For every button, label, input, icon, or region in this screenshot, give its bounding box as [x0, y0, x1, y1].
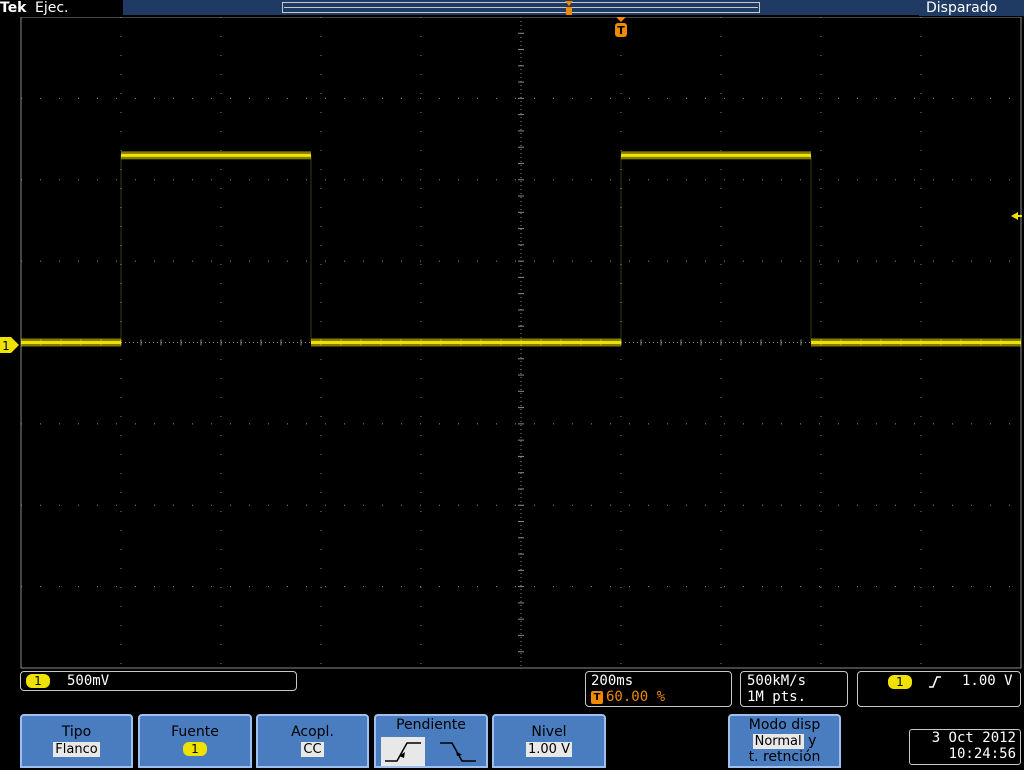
time: 10:24:56 [948, 746, 1016, 762]
trigger-status-label: Disparado [926, 0, 998, 16]
coupling-button[interactable]: Acopl. CC [256, 714, 369, 768]
channel-1-scale: 500mV [67, 673, 110, 689]
trigger-position-value: 60.00 % [606, 689, 666, 705]
waveform-display[interactable]: T 1 [0, 17, 1024, 670]
rising-edge-icon [929, 676, 941, 688]
trigger-source-label: Fuente [171, 724, 219, 740]
slope-button[interactable]: Pendiente [374, 714, 488, 768]
trigger-level-button[interactable]: Nivel 1.00 V [492, 714, 606, 768]
trigger-mode-suffix: y [808, 733, 817, 749]
trigger-type-value: Flanco [53, 742, 100, 757]
trigger-mode-label: Modo disp [748, 717, 821, 733]
record-trigger-marker-icon [565, 1, 573, 15]
run-state-label: Ejec. [35, 0, 69, 16]
timebase-readout[interactable]: 200ms T 60.00 % [585, 671, 732, 707]
trigger-source-value: 1 [183, 742, 207, 756]
coupling-label: Acopl. [291, 724, 334, 740]
slope-rising-option[interactable] [381, 737, 425, 766]
trigger-level-label: Nivel [531, 724, 567, 740]
trigger-level-value: 1.00 V [962, 673, 1013, 689]
acquisition-readout[interactable]: 500kM/s 1M pts. [740, 671, 848, 707]
trigger-mode-button[interactable]: Modo disp Normal y t. retnción [728, 714, 841, 768]
timebase-scale: 200ms [591, 673, 634, 689]
trigger-type-button[interactable]: Tipo Flanco [20, 714, 133, 768]
slope-falling-option[interactable] [436, 737, 480, 766]
slope-label: Pendiente [396, 717, 466, 733]
channel-1-marker-label: 1 [2, 339, 10, 353]
trigger-holdoff-label: t. retnción [748, 749, 821, 765]
date: 3 Oct 2012 [931, 730, 1016, 746]
trigger-position-small-icon: T [591, 691, 603, 704]
sample-rate: 500kM/s [747, 673, 807, 689]
falling-slope-icon [440, 742, 476, 762]
record-length: 1M pts. [747, 689, 807, 705]
trigger-readout[interactable]: 1 1.00 V [857, 671, 1021, 707]
rising-slope-icon [385, 742, 421, 762]
channel-1-readout[interactable]: 1 500mV [20, 671, 297, 691]
trigger-type-label: Tipo [61, 724, 92, 740]
brand-logo: Tek [0, 0, 27, 16]
date-time-box: 3 Oct 2012 10:24:56 [909, 729, 1021, 765]
trigger-mode-value-row: Normal y [730, 733, 839, 749]
coupling-value: CC [301, 742, 324, 757]
trigger-position-letter: T [617, 24, 625, 37]
channel-1-marker-icon[interactable]: 1 [0, 337, 19, 353]
trigger-level-button-value: 1.00 V [526, 742, 572, 757]
trigger-mode-value: Normal [752, 734, 804, 749]
trigger-source-button[interactable]: Fuente 1 [138, 714, 252, 768]
channel-1-badge: 1 [26, 674, 50, 688]
record-window-line [284, 7, 758, 8]
trigger-source-badge: 1 [888, 675, 912, 689]
